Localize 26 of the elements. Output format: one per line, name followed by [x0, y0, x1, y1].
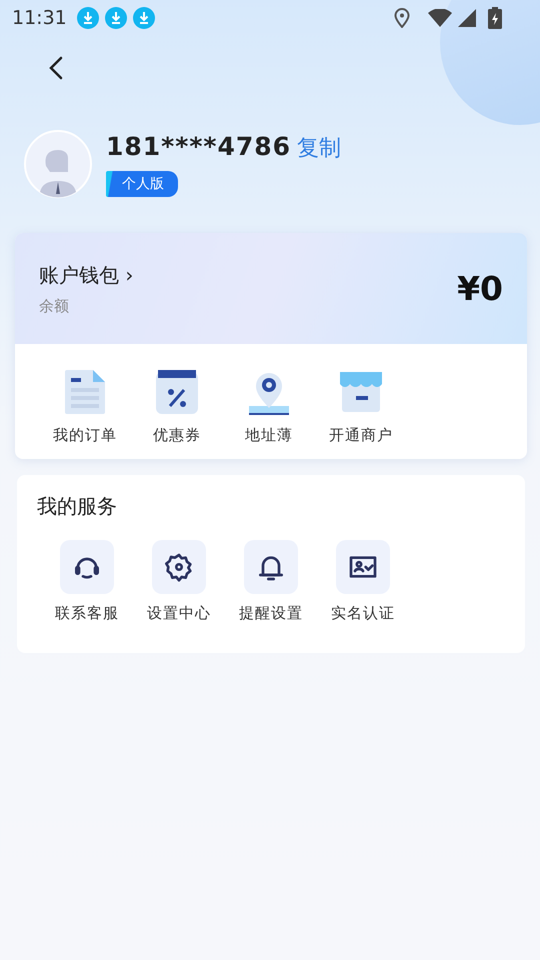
shortcut-item[interactable]: 优惠券: [131, 368, 223, 445]
wifi-icon: [428, 9, 452, 27]
edition-badge: 个人版: [106, 170, 178, 196]
service-item[interactable]: 设置中心: [133, 540, 225, 623]
service-item[interactable]: 实名认证: [317, 540, 409, 623]
document-icon: [63, 368, 107, 416]
shortcut-item[interactable]: 我的订单: [39, 368, 131, 445]
download-icon: [104, 7, 127, 29]
services-title: 我的服务: [37, 493, 118, 520]
status-time: 11:31: [12, 7, 67, 29]
balance-amount: ¥0: [457, 269, 503, 308]
battery-icon: [488, 7, 502, 29]
service-item[interactable]: 提醒设置: [225, 540, 317, 623]
location-icon: [394, 8, 410, 28]
avatar: [24, 130, 92, 198]
phone-number: 181****4786: [106, 132, 292, 160]
coupon-icon: [154, 368, 200, 416]
download-icon: [76, 7, 99, 29]
balance-label: 余额: [39, 296, 70, 316]
shortcut-item[interactable]: 地址薄: [223, 368, 315, 445]
shortcut-item[interactable]: 开通商户: [315, 368, 407, 445]
back-icon[interactable]: [49, 56, 63, 80]
service-item[interactable]: 联系客服: [41, 540, 133, 623]
download-icon: [132, 7, 155, 29]
signal-icon: [458, 9, 476, 27]
wallet-link[interactable]: 账户钱包 ›: [39, 262, 458, 288]
